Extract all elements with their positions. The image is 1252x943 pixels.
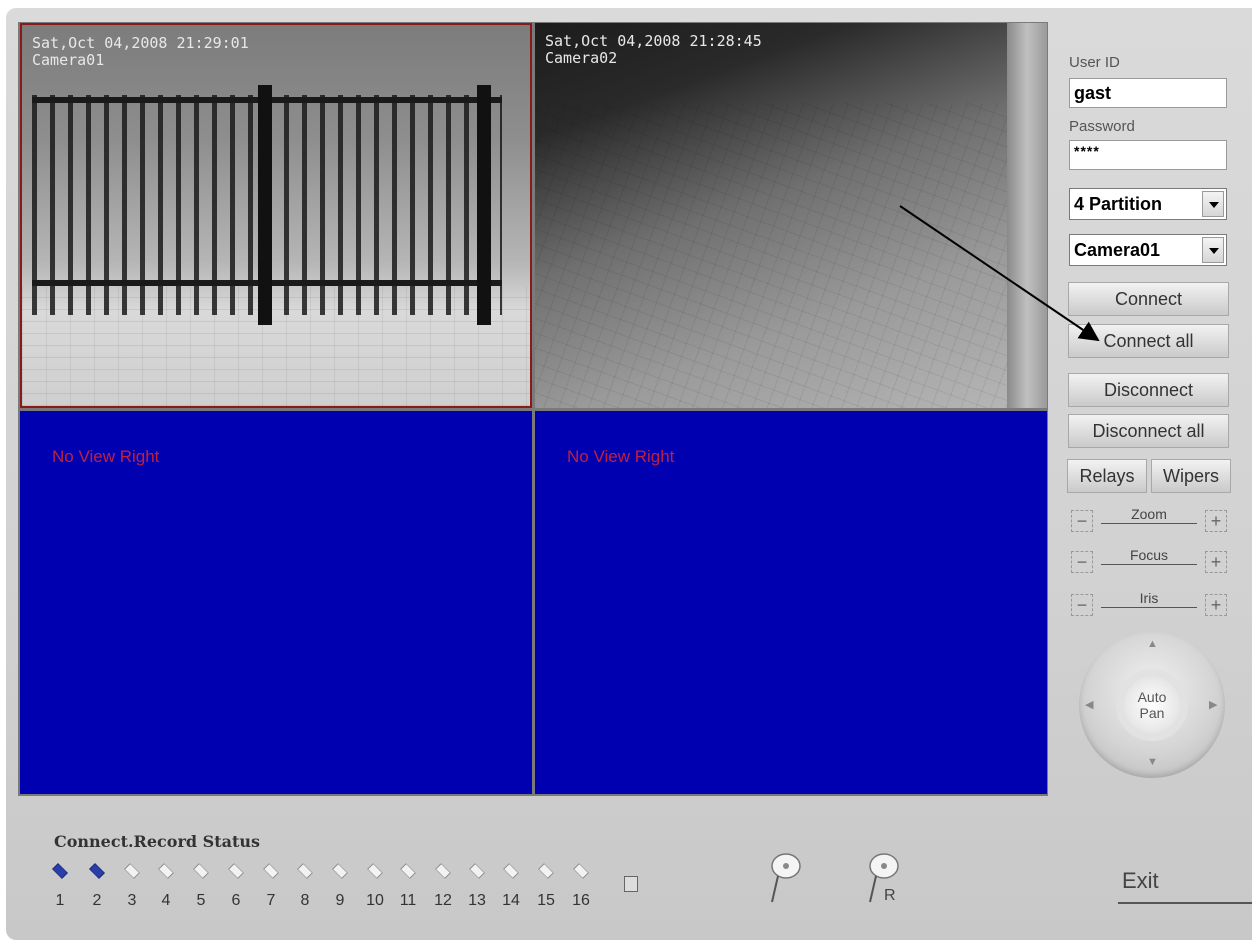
disconnect-all-button[interactable]: Disconnect all xyxy=(1068,414,1229,448)
channel-number: 2 xyxy=(92,892,102,909)
camera-select-value: Camera01 xyxy=(1074,240,1161,260)
zoom-control: − Zoom + xyxy=(1069,506,1229,534)
auto-pan-label: Auto Pan xyxy=(1124,689,1180,721)
record-icon-label: R xyxy=(884,887,896,904)
channel-number: 14 xyxy=(502,892,520,909)
channel-number: 9 xyxy=(335,892,345,909)
camera-select[interactable]: Camera01 xyxy=(1069,234,1227,266)
channel-number: 11 xyxy=(399,892,417,909)
iris-open-button[interactable]: + xyxy=(1205,594,1227,616)
video-cell-4[interactable]: No View Right xyxy=(535,411,1047,794)
user-id-label: User ID xyxy=(1069,54,1120,71)
focus-far-button[interactable]: + xyxy=(1205,551,1227,573)
snapshot-icon[interactable] xyxy=(766,852,806,908)
focus-near-button[interactable]: − xyxy=(1071,551,1093,573)
record-status-title: Connect.Record Status xyxy=(54,832,260,851)
iris-close-button[interactable]: − xyxy=(1071,594,1093,616)
channel-number: 8 xyxy=(300,892,310,909)
osd-camera-name: Camera02 xyxy=(545,49,618,67)
partition-select-value: 4 Partition xyxy=(1074,194,1163,214)
channel-number: 15 xyxy=(537,892,555,909)
pan-down-icon[interactable]: ▼ xyxy=(1147,756,1158,768)
osd-camera-name: Camera01 xyxy=(32,51,105,69)
channel-number: 13 xyxy=(468,892,486,909)
pan-left-icon[interactable]: ◀ xyxy=(1085,698,1093,711)
camera01-feed xyxy=(22,25,530,406)
pan-up-icon[interactable]: ▲ xyxy=(1147,638,1158,650)
relays-button[interactable]: Relays xyxy=(1067,459,1147,493)
status-toggle-icon[interactable] xyxy=(624,876,638,892)
password-field[interactable]: **** xyxy=(1069,140,1227,170)
channel-number: 5 xyxy=(196,892,206,909)
camera02-feed xyxy=(535,23,1047,408)
zoom-label: Zoom xyxy=(1101,506,1197,524)
wipers-button[interactable]: Wipers xyxy=(1151,459,1231,493)
osd-datetime: Sat,Oct 04,2008 21:29:01 xyxy=(32,34,249,52)
zoom-out-button[interactable]: − xyxy=(1071,510,1093,532)
channel-number: 16 xyxy=(572,892,590,909)
focus-control: − Focus + xyxy=(1069,547,1229,575)
camera01-osd: Sat,Oct 04,2008 21:29:01 Camera01 xyxy=(32,35,249,69)
auto-pan-label-line1: Auto xyxy=(1137,689,1167,705)
iris-label: Iris xyxy=(1101,590,1197,608)
channel-number: 4 xyxy=(161,892,171,909)
camera02-osd: Sat,Oct 04,2008 21:28:45 Camera02 xyxy=(545,33,762,67)
connect-all-button[interactable]: Connect all xyxy=(1068,324,1229,358)
video-cell-3[interactable]: No View Right xyxy=(20,411,532,794)
channel-number: 10 xyxy=(366,892,384,909)
pavement xyxy=(22,286,530,406)
exit-button[interactable]: Exit xyxy=(1118,866,1252,904)
channel-number: 1 xyxy=(55,892,65,909)
channel-number: 3 xyxy=(127,892,137,909)
osd-datetime: Sat,Oct 04,2008 21:28:45 xyxy=(545,32,762,50)
channel-number: 12 xyxy=(434,892,452,909)
zoom-in-button[interactable]: + xyxy=(1205,510,1227,532)
user-id-field[interactable]: gast xyxy=(1069,78,1227,108)
auto-pan-button[interactable]: Auto Pan xyxy=(1116,669,1188,741)
chevron-down-icon[interactable] xyxy=(1202,237,1224,263)
video-cell-camera02[interactable]: Sat,Oct 04,2008 21:28:45 Camera02 xyxy=(535,23,1047,408)
focus-label: Focus xyxy=(1101,547,1197,565)
iris-control: − Iris + xyxy=(1069,590,1229,618)
ptz-joystick[interactable]: ▲ ▼ ◀ ▶ Auto Pan xyxy=(1079,632,1225,778)
video-cell-camera01[interactable]: Sat,Oct 04,2008 21:29:01 Camera01 xyxy=(20,23,532,408)
channel-number: 6 xyxy=(231,892,241,909)
control-panel: User ID gast Password **** 4 Partition C… xyxy=(1049,22,1239,796)
chevron-down-icon[interactable] xyxy=(1202,191,1224,217)
no-view-right-text: No View Right xyxy=(52,447,160,466)
wall xyxy=(1007,23,1047,408)
pavement xyxy=(535,103,1007,408)
password-label: Password xyxy=(1069,118,1135,135)
no-view-right-text: No View Right xyxy=(567,447,675,466)
disconnect-button[interactable]: Disconnect xyxy=(1068,373,1229,407)
channel-number: 7 xyxy=(266,892,276,909)
auto-pan-label-line2: Pan xyxy=(1139,705,1165,721)
exit-label: Exit xyxy=(1122,868,1159,893)
partition-select[interactable]: 4 Partition xyxy=(1069,188,1227,220)
connect-button[interactable]: Connect xyxy=(1068,282,1229,316)
record-icon[interactable]: R xyxy=(864,852,910,908)
pan-right-icon[interactable]: ▶ xyxy=(1209,698,1217,711)
